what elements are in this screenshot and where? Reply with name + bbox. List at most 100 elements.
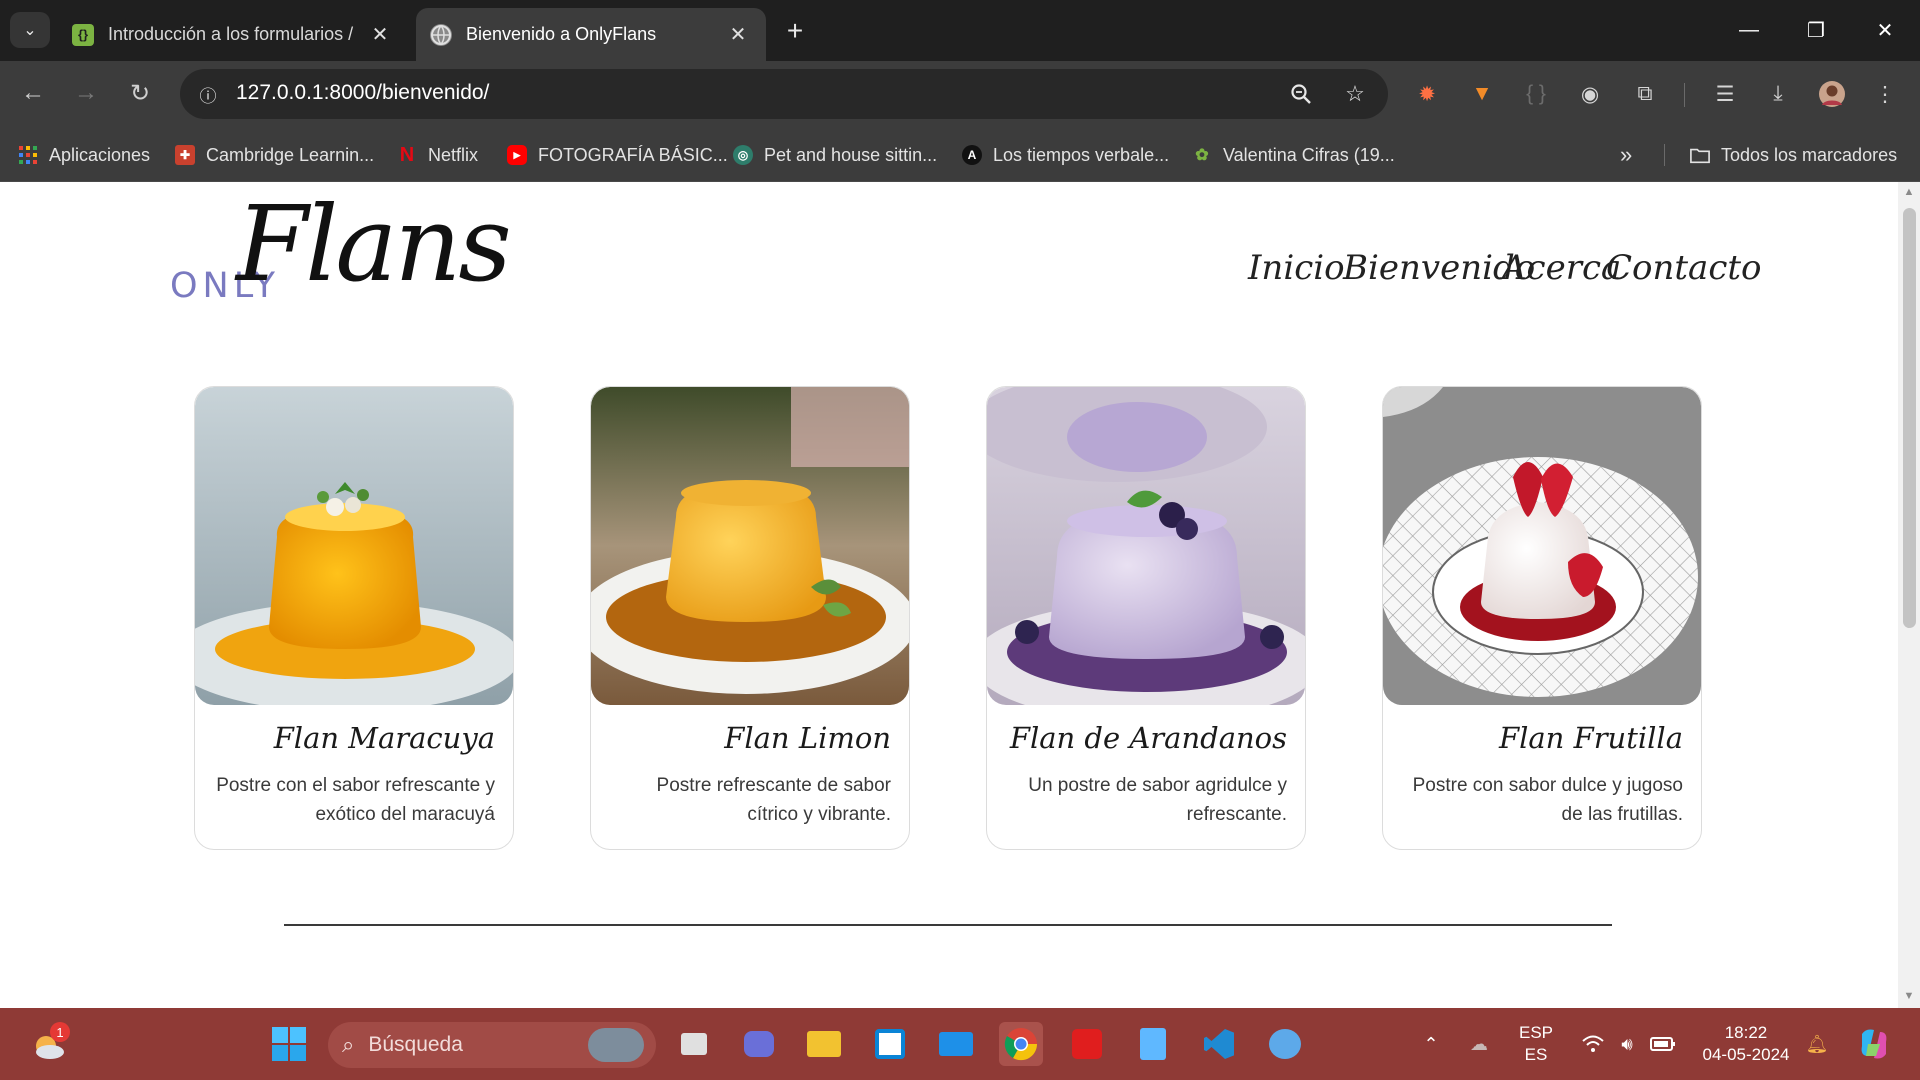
product-card[interactable]: Flan de Arandanos Un postre de sabor agr… [986,386,1306,850]
back-button[interactable]: ← [13,73,53,113]
acrobat-button[interactable] [1065,1022,1109,1066]
bookmark-label: Netflix [428,144,479,165]
bookmark-tiempos-verbales[interactable]: A Los tiempos verbale... [962,140,1169,170]
bookmarks-bar: Aplicaciones ✚ Cambridge Learnin... N Ne… [0,128,1920,182]
bookmark-label: Valentina Cifras (19... [1223,144,1395,165]
bookmarks-divider [1664,144,1665,166]
paint-button[interactable] [1263,1022,1307,1066]
nav-acerca[interactable]: Acerca [1502,248,1621,288]
card-title: Flan de Arandanos [1009,721,1287,755]
chrome-button[interactable] [999,1022,1043,1066]
card-title: Flan Frutilla [1498,721,1683,755]
pet-icon: ◎ [733,145,753,165]
chevron-down-icon: ⌄ [23,22,37,39]
product-card[interactable]: Flan Frutilla Postre con sabor dulce y j… [1382,386,1702,850]
netflix-icon: N [399,143,415,166]
bookmark-valentina-cifras[interactable]: ✿ Valentina Cifras (19... [1192,140,1395,170]
tab-search-button[interactable]: ⌄ [10,12,50,48]
tab-onlyflans[interactable]: Bienvenido a OnlyFlans ✕ [416,8,766,61]
page-scrollbar[interactable]: ▲ ▼ [1898,182,1920,1008]
windows-taskbar: 1 ⌕ Búsqueda ⌃ ☁ ESP ES 🔊︎ 18:22 04-05-2… [0,1008,1920,1080]
language-code: ESP [1518,1023,1554,1042]
tab-formularios[interactable]: {} Introducción a los formularios / ✕ [58,8,408,61]
close-icon: ✕ [1876,19,1894,42]
paint-palette-icon [1269,1029,1301,1059]
metamask-extension-icon[interactable]: ▼ [1465,77,1499,111]
site-info-icon[interactable]: ⓘ [192,78,224,110]
close-icon[interactable]: ✕ [724,22,752,47]
notepad-button[interactable] [1131,1022,1175,1066]
restore-button[interactable]: ❐ [1793,10,1839,50]
bookmark-fotografia[interactable]: ▶ FOTOGRAFÍA BÁSIC... [507,140,728,170]
bookmark-cambridge[interactable]: ✚ Cambridge Learnin... [175,140,374,170]
product-card[interactable]: Flan Maracuya Postre con el sabor refres… [194,386,514,850]
more-menu-icon[interactable]: ⋮ [1868,77,1902,111]
minimize-button[interactable]: — [1726,10,1772,50]
flame-extension-icon[interactable]: ✹ [1410,77,1444,111]
bookmark-pet-sitting[interactable]: ◎ Pet and house sittin... [733,140,937,170]
avatar[interactable] [1815,77,1849,111]
youtube-icon: ▶ [507,145,527,165]
chrome-icon [1004,1028,1038,1061]
search-icon: ⌕ [342,1032,355,1057]
vscode-button[interactable] [1197,1022,1241,1066]
reload-button[interactable]: ↻ [120,73,160,113]
wifi-icon[interactable] [1578,1026,1608,1062]
mail-button[interactable] [934,1022,978,1066]
nav-contacto[interactable]: Contacto [1606,248,1762,288]
scroll-up-icon[interactable]: ▲ [1902,186,1916,200]
product-card[interactable]: Flan Limon Postre refrescante de sabor c… [590,386,910,850]
acrobat-icon [1072,1029,1102,1059]
all-bookmarks-folder[interactable]: Todos los marcadores [1690,140,1897,170]
search-placeholder: Búsqueda [368,1033,463,1056]
flan-frutilla-image [1383,387,1701,705]
bookmark-aplicaciones[interactable]: Aplicaciones [18,140,150,170]
minimize-icon: — [1739,18,1759,41]
clock-date: 04-05-2024 [1702,1045,1790,1064]
file-explorer-button[interactable] [802,1022,846,1066]
store-button[interactable] [868,1022,912,1066]
address-bar[interactable]: ⓘ 127.0.0.1:8000/bienvenido/ ☆ [180,69,1388,119]
task-view-button[interactable] [672,1022,716,1066]
plant-icon: ✿ [1195,147,1209,164]
tab-title: Introducción a los formularios / [108,24,354,44]
copilot-button[interactable] [1852,1022,1896,1066]
clock-time: 18:22 [1724,1023,1768,1042]
bookmark-netflix[interactable]: N Netflix [397,140,478,170]
teams-button[interactable] [737,1022,781,1066]
plus-icon: + [786,15,804,46]
download-icon[interactable]: ⤓ [1761,77,1795,111]
braces-extension-icon[interactable]: { } [1519,77,1553,111]
bookmark-star-icon[interactable]: ☆ [1340,79,1370,109]
onedrive-icon[interactable]: ☁ [1462,1026,1496,1062]
arrow-left-icon: ← [21,79,45,106]
extensions-puzzle-icon[interactable]: ⧉ [1628,77,1662,111]
clock[interactable]: 18:22 04-05-2024 [1696,1022,1796,1066]
arrow-right-icon: → [74,79,98,106]
scrollbar-thumb[interactable] [1903,208,1916,628]
zoom-icon[interactable] [1286,79,1316,109]
more-bookmarks-button[interactable]: » [1620,140,1632,170]
volume-icon[interactable]: 🔊︎ [1612,1026,1642,1062]
nav-inicio[interactable]: Inicio [1248,248,1345,288]
weather-widget[interactable]: 1 [26,1022,70,1066]
letter-a-icon: A [962,145,982,165]
start-button[interactable] [267,1022,311,1066]
scroll-down-icon[interactable]: ▼ [1902,990,1916,1004]
record-extension-icon[interactable]: ◉ [1573,77,1607,111]
language-indicator[interactable]: ESP ES [1516,1022,1556,1066]
close-window-button[interactable]: ✕ [1862,10,1908,50]
browser-toolbar: ← → ↻ ⓘ 127.0.0.1:8000/bienvenido/ ☆ ✹ ▼… [0,61,1920,128]
taskbar-search[interactable]: ⌕ Búsqueda [328,1022,656,1068]
copilot-icon [1861,1029,1887,1059]
show-hidden-icons-button[interactable]: ⌃ [1418,1026,1444,1062]
media-queue-icon[interactable]: ☰ [1708,77,1742,111]
battery-icon[interactable] [1648,1026,1678,1062]
forward-button[interactable]: → [66,73,106,113]
reload-icon: ↻ [129,79,151,107]
cambridge-icon: ✚ [175,145,195,165]
close-icon[interactable]: ✕ [366,22,394,47]
new-tab-button[interactable]: + [778,14,812,48]
notifications-bell-icon[interactable]: 🔔︎ [1802,1026,1832,1062]
url-text[interactable]: 127.0.0.1:8000/bienvenido/ [236,81,489,105]
